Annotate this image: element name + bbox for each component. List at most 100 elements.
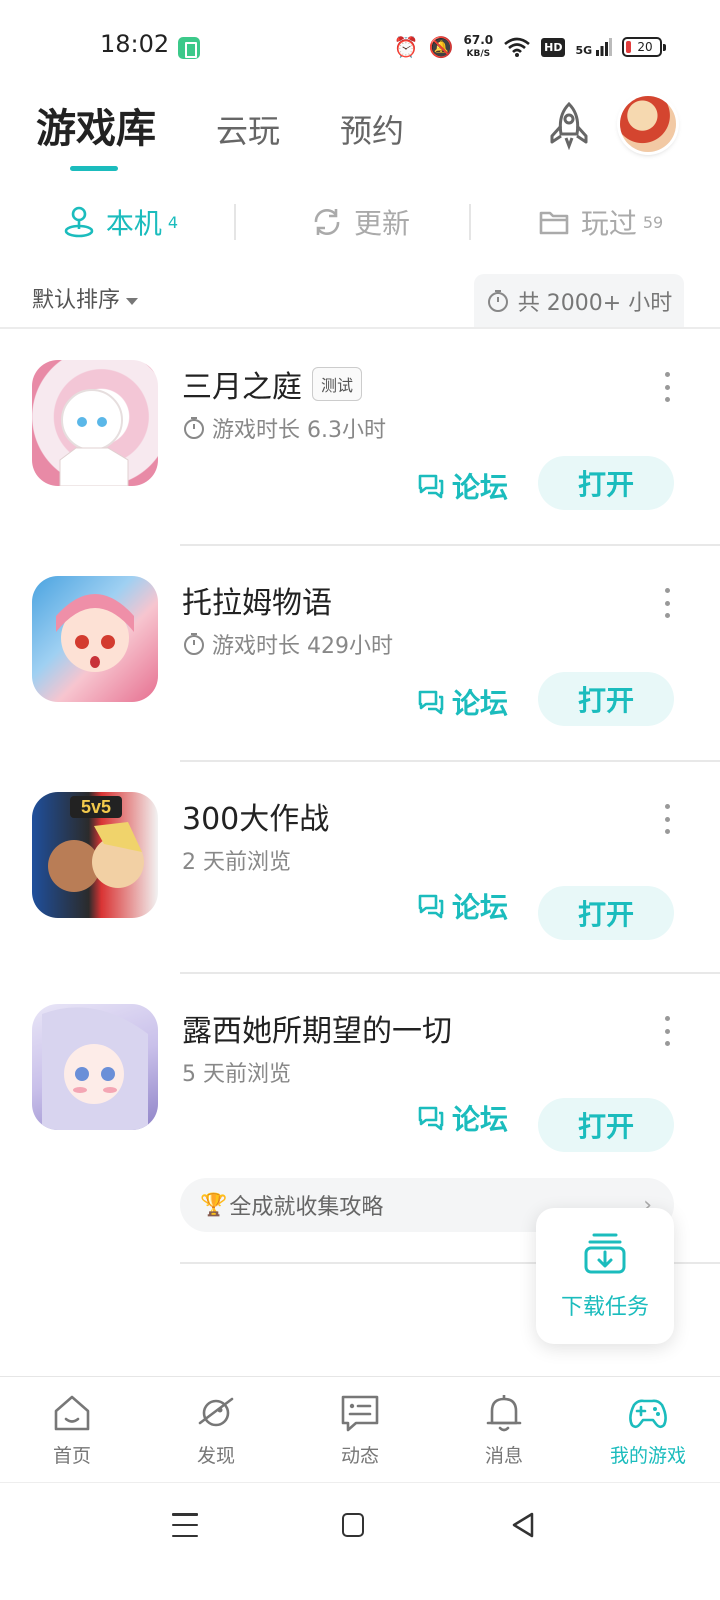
game-item[interactable]: 托拉姆物语 游戏时长 429小时 论坛 打开 (0, 544, 720, 760)
game-title-text: 露西她所期望的一切 (182, 1014, 452, 1049)
home-square-icon[interactable] (342, 1513, 364, 1537)
timer-icon (184, 633, 204, 655)
open-button[interactable]: 打开 (538, 886, 674, 940)
signal-icon: 5G (575, 38, 612, 56)
open-button[interactable]: 打开 (538, 456, 674, 510)
folder-icon (539, 211, 569, 235)
forum-label: 论坛 (452, 891, 509, 924)
game-title: 露西她所期望的一切 (182, 1006, 452, 1050)
game-icon[interactable] (32, 1004, 158, 1130)
top-tabs: 游戏库 云玩 预约 (36, 96, 464, 171)
bottom-navigation: 首页 发现 动态 消息 我的游戏 (0, 1376, 720, 1482)
sub-tab-divider (234, 204, 236, 240)
nav-messages-label: 消息 (484, 1445, 523, 1467)
total-playtime: 共 2000+ 小时 (474, 274, 684, 328)
nav-home[interactable]: 首页 (0, 1377, 144, 1482)
planet-icon (198, 1397, 234, 1427)
nav-my-games-label: 我的游戏 (609, 1445, 686, 1467)
forum-button[interactable]: 论坛 (416, 682, 508, 722)
game-playtime: 游戏时长 6.3小时 (182, 412, 386, 444)
sub-tab-played[interactable]: 玩过 59 (480, 198, 720, 246)
nav-messages[interactable]: 消息 (432, 1377, 576, 1482)
game-icon[interactable] (32, 360, 158, 486)
bell-icon (486, 1395, 522, 1432)
forum-icon (418, 1106, 444, 1131)
nav-home-label: 首页 (52, 1445, 91, 1467)
recent-apps-icon[interactable] (172, 1513, 198, 1537)
game-item[interactable]: 5v5 300大作战 2 天前浏览 论坛 打开 (0, 760, 720, 976)
wifi-icon (504, 37, 530, 57)
rocket-icon[interactable] (544, 100, 594, 150)
forum-label: 论坛 (452, 471, 509, 504)
battery-level: 20 (637, 40, 653, 54)
status-bar: 18:02 ⏰ 🔕 67.0 KB/S HD 5G 20 (0, 0, 720, 92)
game-title: 三月之庭 测试 (182, 362, 363, 406)
local-device-icon (64, 206, 94, 238)
more-options-icon[interactable] (660, 804, 674, 834)
forum-button[interactable]: 论坛 (416, 1098, 508, 1138)
game-last-viewed: 2 天前浏览 (182, 844, 291, 876)
more-options-icon[interactable] (660, 372, 674, 402)
download-icon (584, 1233, 626, 1274)
game-playtime-text: 游戏时长 6.3小时 (212, 418, 386, 443)
timer-icon (487, 290, 508, 312)
gamepad-icon (629, 1399, 667, 1429)
nav-my-games[interactable]: 我的游戏 (576, 1377, 720, 1482)
tab-game-library[interactable]: 游戏库 (36, 96, 156, 171)
alarm-icon: ⏰ (393, 35, 419, 59)
game-last-viewed: 5 天前浏览 (182, 1056, 291, 1088)
net-speed: 67.0 KB/S (464, 34, 494, 60)
sub-tabs: 本机 4 更新 玩过 59 (0, 198, 720, 246)
download-tasks-label: 下载任务 (560, 1295, 649, 1320)
sort-label: 默认排序 (32, 288, 121, 313)
download-tasks-button[interactable]: 下载任务 (536, 1208, 674, 1344)
game-title: 300大作战 (182, 794, 329, 838)
forum-button[interactable]: 论坛 (416, 466, 508, 506)
forum-icon (418, 690, 444, 715)
more-options-icon[interactable] (660, 1016, 674, 1046)
trophy-icon: 🏆 (200, 1192, 228, 1218)
forum-icon (418, 474, 444, 499)
chat-icon (341, 1395, 379, 1432)
sort-dropdown[interactable]: 默认排序 (32, 282, 139, 314)
game-title-text: 三月之庭 (182, 370, 302, 405)
game-title-text: 托拉姆物语 (182, 586, 332, 621)
timer-icon (184, 417, 204, 439)
nav-feed-label: 动态 (340, 1445, 379, 1467)
tab-reservations[interactable]: 预约 (340, 106, 404, 152)
open-button[interactable]: 打开 (538, 1098, 674, 1152)
game-icon[interactable]: 5v5 (32, 792, 158, 918)
game-playtime: 游戏时长 429小时 (182, 628, 393, 660)
system-navigation (0, 1482, 720, 1600)
forum-button[interactable]: 论坛 (416, 886, 508, 926)
battery-icon: 20 (622, 37, 666, 57)
battery-saver-icon (178, 37, 200, 59)
game-playtime-text: 游戏时长 429小时 (212, 634, 393, 659)
sub-tab-divider (469, 204, 471, 240)
status-icons: ⏰ 🔕 67.0 KB/S HD 5G 20 (393, 32, 666, 62)
svg-text:5v5: 5v5 (81, 797, 111, 817)
caret-down-icon (126, 297, 139, 305)
net-speed-value: 67.0 (463, 33, 494, 47)
nav-discover[interactable]: 发现 (144, 1377, 288, 1482)
mute-bell-icon: 🔕 (428, 35, 454, 59)
forum-label: 论坛 (452, 687, 509, 720)
back-triangle-icon[interactable] (510, 1511, 536, 1539)
avatar[interactable] (620, 96, 676, 152)
sub-tab-update-label: 更新 (353, 207, 410, 240)
refresh-icon (314, 209, 340, 235)
sub-tab-local[interactable]: 本机 4 (0, 198, 240, 246)
game-item[interactable]: 三月之庭 测试 游戏时长 6.3小时 论坛 打开 (0, 328, 720, 544)
open-button[interactable]: 打开 (538, 672, 674, 726)
forum-icon (418, 894, 444, 919)
sub-tab-update[interactable]: 更新 (240, 198, 480, 246)
tab-cloud-play[interactable]: 云玩 (216, 106, 280, 152)
guide-text: 全成就收集攻略 (229, 1195, 384, 1220)
more-options-icon[interactable] (660, 588, 674, 618)
game-icon[interactable] (32, 576, 158, 702)
forum-label: 论坛 (452, 1103, 509, 1136)
net-speed-unit: KB/S (466, 49, 491, 59)
nav-discover-label: 发现 (196, 1445, 235, 1467)
nav-feed[interactable]: 动态 (288, 1377, 432, 1482)
game-item[interactable]: 露西她所期望的一切 5 天前浏览 论坛 打开 (0, 972, 720, 1188)
